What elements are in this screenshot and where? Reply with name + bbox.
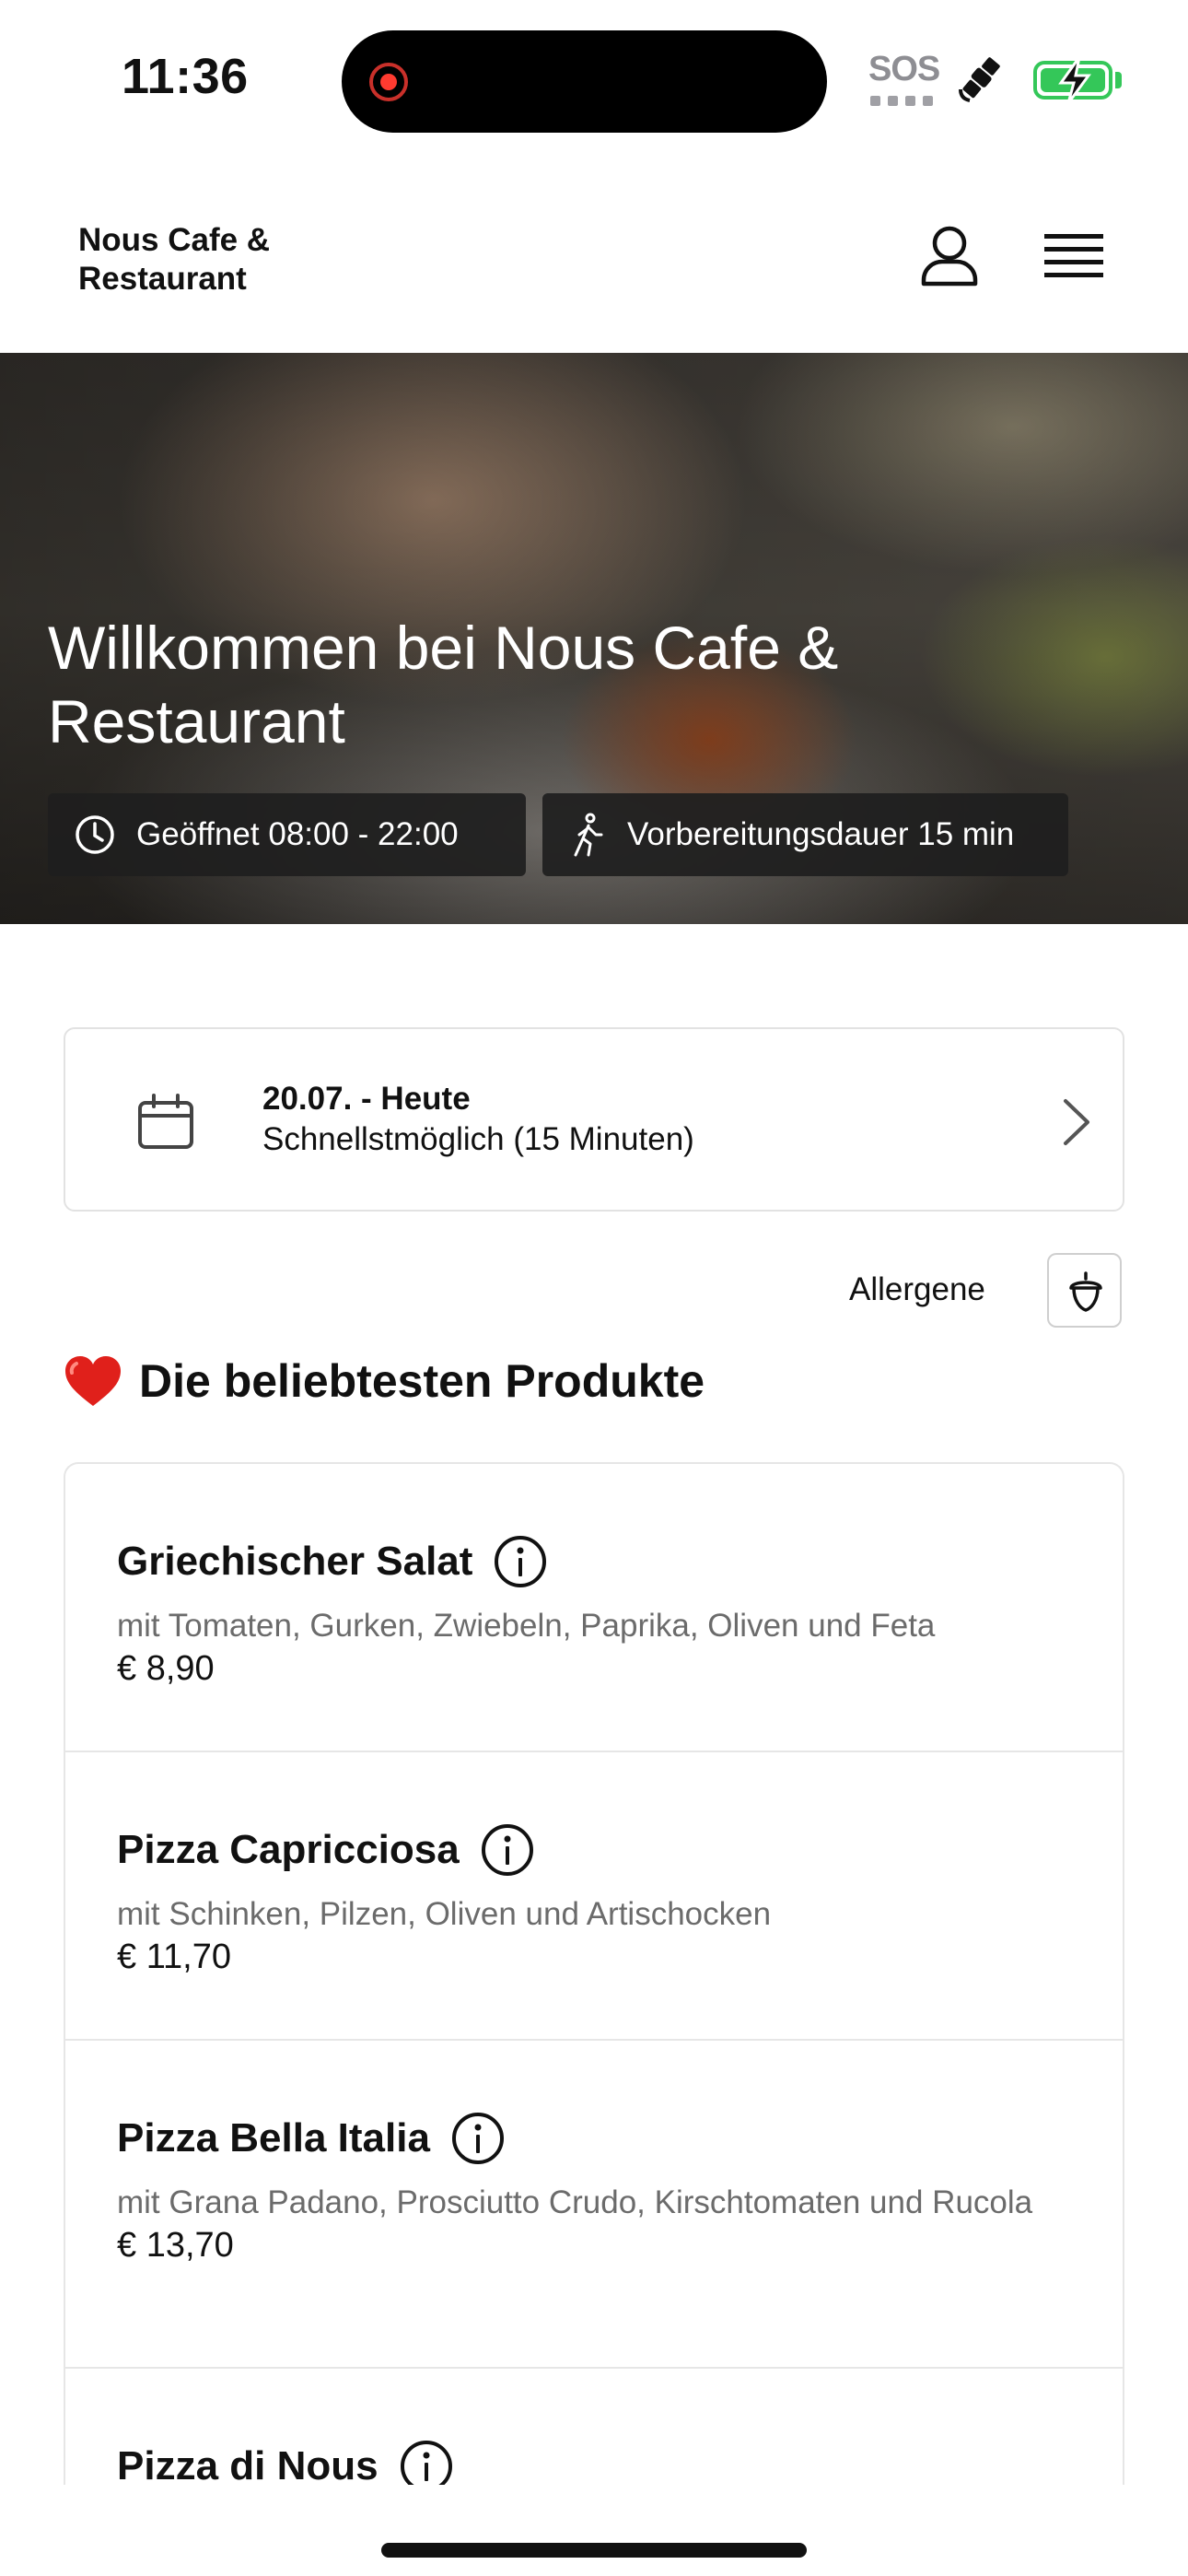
charging-bolt-icon <box>1058 56 1091 104</box>
product-name: Pizza di Nous <box>117 2443 379 2485</box>
selected-date: 20.07. - Heute <box>262 1081 471 1117</box>
prep-time-text: Vorbereitungsdauer 15 min <box>627 816 1015 852</box>
info-icon[interactable] <box>399 2439 454 2485</box>
clock: 11:36 <box>122 49 249 104</box>
calendar-icon <box>138 1094 193 1149</box>
dynamic-island <box>342 30 827 133</box>
battery-cap <box>1115 72 1122 88</box>
heart-icon <box>65 1356 121 1406</box>
info-icon[interactable] <box>450 2111 506 2166</box>
opening-hours-badge: Geöffnet 08:00 - 22:00 <box>48 793 526 876</box>
recording-indicator-icon <box>369 63 408 101</box>
popular-products-title: Die beliebtesten Produkte <box>139 1355 705 1407</box>
opening-hours-text: Geöffnet 08:00 - 22:00 <box>136 816 459 852</box>
product-list: Griechischer Salat mit Tomaten, Gurken, … <box>64 1462 1124 2485</box>
app-header: Nous Cafe & Restaurant <box>0 184 1188 353</box>
allergens-label: Allergene <box>849 1271 985 1307</box>
prep-time-badge: Vorbereitungsdauer 15 min <box>542 793 1068 876</box>
info-icon[interactable] <box>493 1534 548 1589</box>
clock-icon <box>76 815 114 854</box>
product-description: mit Grana Padano, Prosciutto Crudo, Kirs… <box>117 2184 1033 2220</box>
walking-person-icon <box>574 813 603 857</box>
popular-products-heading: Die beliebtesten Produkte <box>64 1354 705 1408</box>
product-description: mit Tomaten, Gurken, Zwiebeln, Paprika, … <box>117 1608 936 1644</box>
product-card[interactable]: Pizza Capricciosa mit Schinken, Pilzen, … <box>65 1752 1123 2041</box>
hero-title: Willkommen bei Nous Cafe & Restaurant <box>48 614 839 755</box>
brand-name[interactable]: Nous Cafe & Restaurant <box>78 221 355 299</box>
allergens-filter-button[interactable] <box>1047 1253 1122 1328</box>
acorn-icon <box>1069 1271 1102 1312</box>
hamburger-menu-icon[interactable] <box>1042 228 1105 284</box>
info-icon[interactable] <box>480 1822 535 1878</box>
product-price: € 11,70 <box>117 1938 231 1976</box>
product-card[interactable]: Pizza Bella Italia mit Grana Padano, Pro… <box>65 2041 1123 2369</box>
chevron-right-icon <box>1064 1099 1089 1145</box>
bottom-safe-area <box>0 2485 1188 2576</box>
sos-indicator: SOS <box>868 50 940 88</box>
hero-banner: Willkommen bei Nous Cafe & Restaurant Ge… <box>0 353 1188 924</box>
product-name: Pizza Bella Italia <box>117 2115 430 2160</box>
status-bar: 11:36 SOS <box>0 0 1188 157</box>
product-card[interactable]: Pizza di Nous <box>65 2369 1123 2485</box>
selected-time: Schnellstmöglich (15 Minuten) <box>262 1121 694 1157</box>
signal-dots-icon <box>870 96 933 106</box>
product-price: € 13,70 <box>117 2226 234 2265</box>
product-card[interactable]: Griechischer Salat mit Tomaten, Gurken, … <box>65 1464 1123 1752</box>
home-indicator[interactable] <box>381 2543 807 2558</box>
product-price: € 8,90 <box>117 1649 215 1688</box>
pickup-date-selector[interactable]: 20.07. - Heute Schnellstmöglich (15 Minu… <box>64 1027 1124 1212</box>
product-name: Griechischer Salat <box>117 1539 473 1584</box>
satellite-icon <box>959 57 1000 102</box>
user-icon[interactable] <box>916 223 983 289</box>
product-name: Pizza Capricciosa <box>117 1827 460 1872</box>
product-description: mit Schinken, Pilzen, Oliven und Artisch… <box>117 1896 772 1932</box>
